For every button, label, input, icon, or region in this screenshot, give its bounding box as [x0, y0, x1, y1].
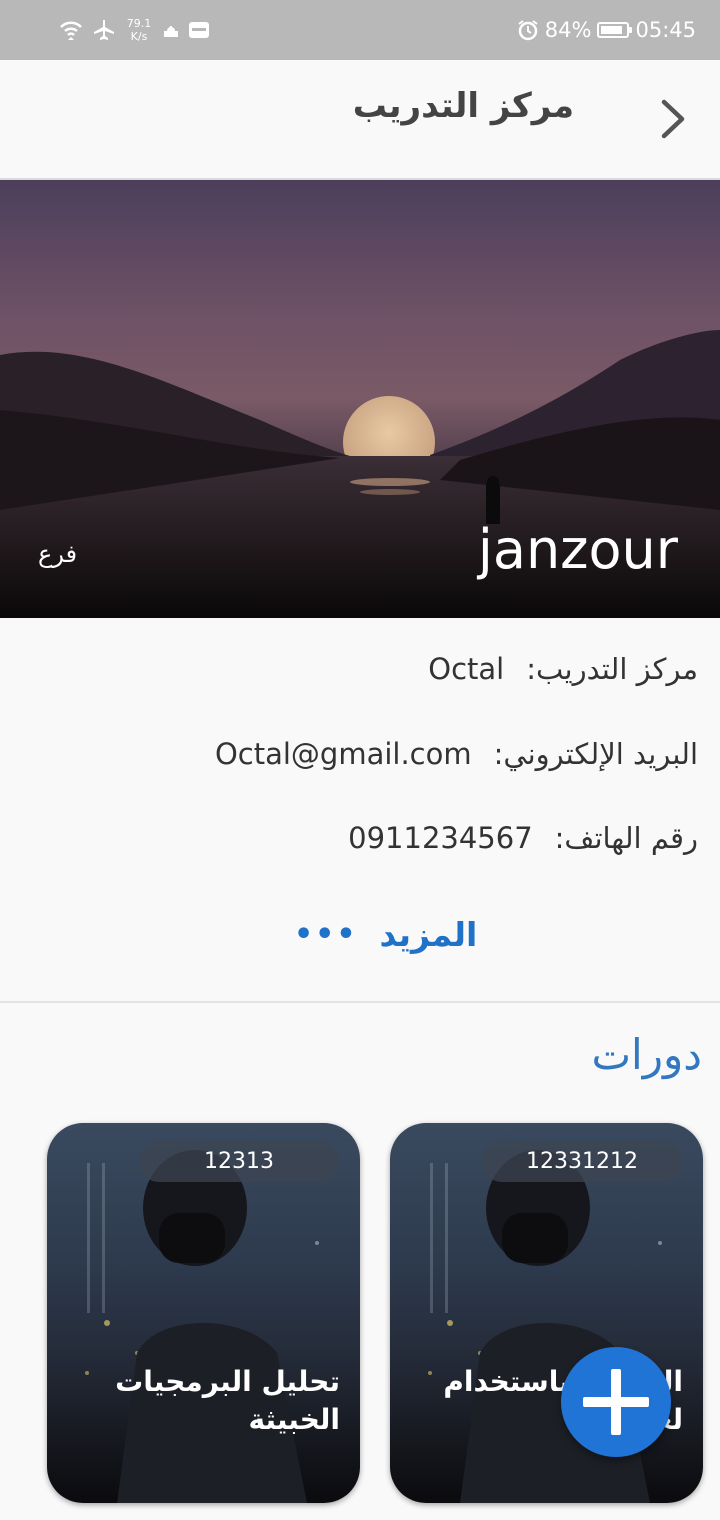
- page-title: مركز التدريب: [352, 86, 574, 126]
- status-left: 79.1 K/s: [58, 12, 210, 48]
- branch-name: janzour: [477, 518, 678, 581]
- course-id-badge: 12313: [139, 1142, 339, 1182]
- network-speed-unit: K/s: [130, 30, 148, 43]
- branch-label: فرع: [38, 540, 78, 568]
- wifi-icon: [60, 21, 82, 40]
- airplane-icon: [94, 20, 114, 40]
- course-title: تحليل البرمجيات الخبيثة: [115, 1365, 340, 1436]
- sms-icon: [189, 22, 209, 38]
- phone-value[interactable]: 0911234567: [348, 821, 533, 855]
- training-center-label: مركز التدريب:: [526, 652, 698, 686]
- status-right: 84% 05:45: [517, 12, 696, 48]
- app-bar: مركز التدريب: [0, 60, 720, 180]
- course-card[interactable]: 12313 تحليل البرمجيات الخبيثة: [47, 1123, 360, 1503]
- add-course-button[interactable]: [561, 1347, 671, 1457]
- alarm-icon: [518, 20, 538, 41]
- more-label: المزيد: [379, 914, 478, 954]
- mosque-icon: [164, 26, 178, 37]
- battery-percent: 84%: [544, 18, 592, 42]
- info-row-email: البريد الإلكتروني: Octal@gmail.com: [215, 737, 698, 771]
- clock: 05:45: [635, 18, 696, 42]
- more-button[interactable]: ••• المزيد: [294, 908, 477, 960]
- section-divider: [0, 1001, 720, 1003]
- more-dots-icon: •••: [294, 916, 358, 952]
- phone-label: رقم الهاتف:: [554, 821, 698, 855]
- network-speed: 79.1 K/s: [124, 17, 154, 43]
- training-center-value: Octal: [428, 652, 505, 686]
- courses-section-title: دورات: [591, 1030, 702, 1079]
- network-speed-value: 79.1: [126, 17, 152, 30]
- info-row-phone: رقم الهاتف: 0911234567: [348, 821, 698, 855]
- battery-icon: [597, 22, 633, 38]
- course-card[interactable]: 12331212 البرمجة باستخدام لغة جافا: [390, 1123, 703, 1503]
- email-label: البريد الإلكتروني:: [493, 737, 698, 771]
- branch-cover-image: janzour فرع: [0, 180, 720, 618]
- email-value[interactable]: Octal@gmail.com: [215, 737, 472, 771]
- back-chevron-icon[interactable]: [656, 96, 692, 142]
- battery-fill: [601, 26, 622, 34]
- status-bar: 79.1 K/s 84% 05:45: [0, 0, 720, 60]
- info-row-training-center: مركز التدريب: Octal: [428, 652, 698, 686]
- course-id-badge: 12331212: [482, 1142, 682, 1182]
